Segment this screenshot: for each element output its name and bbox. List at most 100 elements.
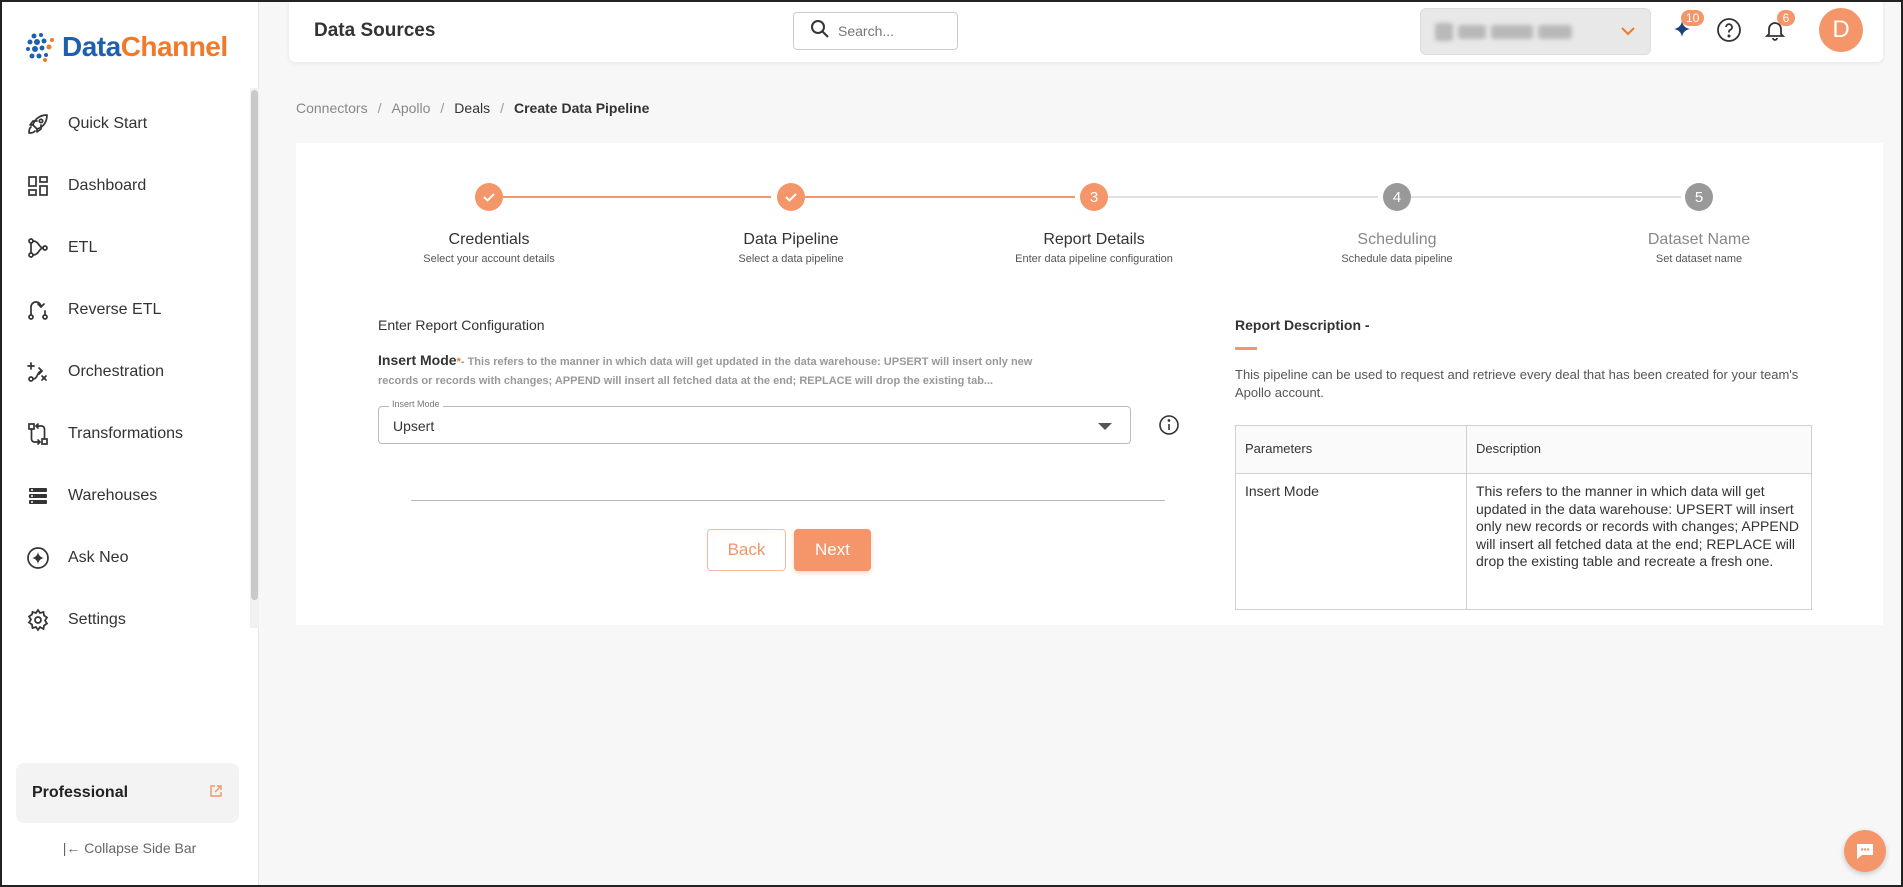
etl-icon (24, 234, 52, 262)
sidebar-item-label: Quick Start (68, 115, 148, 132)
breadcrumb-separator: / (500, 100, 504, 116)
sidebar-nav: Quick Start Dashboard ETL Reverse ETL Or… (0, 93, 250, 651)
step-title: Credentials (448, 231, 530, 248)
next-button[interactable]: Next (794, 529, 871, 571)
step-connector (805, 196, 1075, 198)
report-description-text: This pipeline can be used to request and… (1235, 367, 1799, 400)
chat-bubble-icon (1857, 844, 1873, 859)
insert-mode-float-label: Insert Mode (389, 399, 443, 409)
insert-mode-title: Insert Mode (378, 352, 457, 368)
breadcrumb-item-apollo[interactable]: Apollo (391, 100, 430, 116)
step-1-check (475, 183, 503, 211)
breadcrumb-separator: / (440, 100, 445, 116)
insert-mode-label: Insert Mode*- This refers to the manner … (378, 351, 1068, 391)
dashboard-icon (24, 172, 52, 200)
step-2-check (777, 183, 805, 211)
step-4-number: 4 (1383, 183, 1411, 211)
sidebar-item-label: Ask Neo (68, 549, 129, 566)
step-connector (1108, 196, 1378, 198)
parameter-description-cell: This refers to the manner in which data … (1466, 473, 1812, 610)
breadcrumb-separator: / (377, 100, 382, 116)
step-title: Report Details (1043, 231, 1145, 248)
logo-text-channel: Channel (120, 31, 228, 62)
form-divider (411, 500, 1165, 501)
step-title: Dataset Name (1647, 231, 1751, 248)
search-box[interactable] (793, 12, 958, 50)
info-icon[interactable] (1158, 414, 1180, 436)
report-description-heading: Report Description - (1235, 317, 1370, 333)
collapse-sidebar-label: Collapse Side Bar (84, 840, 197, 856)
plan-name: Professional (32, 784, 129, 801)
logo-text-data: Data (62, 31, 121, 62)
user-avatar[interactable]: D (1819, 8, 1863, 52)
insert-mode-select[interactable]: Insert Mode Upsert (378, 399, 1131, 444)
step-subtitle: Select your account details (423, 253, 555, 265)
plan-card[interactable]: Professional (16, 763, 239, 823)
sidebar-item-orchestration[interactable]: Orchestration (0, 341, 250, 403)
sidebar: DataChannel Quick Start Dashboard ETL Re… (0, 0, 259, 887)
sidebar-item-label: ETL (68, 239, 98, 256)
orchestration-icon (24, 358, 52, 386)
check-icon (785, 193, 797, 202)
back-button[interactable]: Back (707, 529, 786, 571)
step-connector (503, 196, 771, 198)
parameter-name-cell: Insert Mode (1235, 473, 1467, 610)
step-title: Data Pipeline (743, 231, 839, 248)
sidebar-item-reverse-etl[interactable]: Reverse ETL (0, 279, 250, 341)
external-link-icon[interactable] (209, 784, 223, 803)
gear-icon (24, 606, 52, 634)
warehouses-icon (24, 482, 52, 510)
insert-mode-help-text: - This refers to the manner in which dat… (378, 356, 1033, 387)
sidebar-item-label: Settings (68, 611, 126, 628)
step-3-number: 3 (1080, 183, 1108, 211)
sidebar-item-quick-start[interactable]: Quick Start (0, 93, 250, 155)
sidebar-item-ask-neo[interactable]: Ask Neo (0, 527, 250, 589)
step-subtitle: Enter data pipeline configuration (1015, 253, 1173, 265)
breadcrumb-item-deals[interactable]: Deals (454, 100, 490, 116)
step-subtitle: Set dataset name (1655, 253, 1743, 265)
report-config-heading: Enter Report Configuration (378, 317, 545, 333)
sidebar-item-label: Orchestration (68, 363, 165, 380)
sidebar-item-label: Warehouses (68, 487, 158, 504)
ask-neo-header-button[interactable]: 10 (1667, 10, 1705, 45)
help-button[interactable] (1714, 15, 1744, 45)
collapse-sidebar-button[interactable]: |← Collapse Side Bar (0, 840, 259, 856)
step-subtitle: Select a data pipeline (738, 253, 844, 265)
step-subtitle: Schedule data pipeline (1341, 253, 1453, 265)
workspace-selector[interactable] (1420, 8, 1651, 55)
search-icon (810, 19, 830, 44)
step-5-number: 5 (1685, 183, 1713, 211)
sidebar-item-label: Transformations (68, 425, 183, 442)
sidebar-item-dashboard[interactable]: Dashboard (0, 155, 250, 217)
column-header-description: Description (1466, 425, 1812, 474)
step-connector (1411, 196, 1681, 198)
parameters-table: Parameters Description Insert Mode This … (1235, 425, 1812, 610)
sidebar-item-label: Dashboard (68, 177, 147, 194)
search-input[interactable] (838, 23, 948, 39)
collapse-arrow-icon: |← (62, 840, 81, 856)
sidebar-item-transformations[interactable]: Transformations (0, 403, 250, 465)
notifications-count-badge: 6 (1777, 10, 1795, 26)
sidebar-item-warehouses[interactable]: Warehouses (0, 465, 250, 527)
neo-count-badge: 10 (1681, 10, 1705, 26)
caret-down-icon (1098, 423, 1112, 430)
insert-mode-selected-value: Upsert (393, 418, 435, 434)
sidebar-scrollbar-thumb[interactable] (251, 90, 258, 600)
breadcrumb-item-current: Create Data Pipeline (513, 100, 650, 116)
workspace-name-blurred (1435, 22, 1572, 41)
breadcrumb: Connectors / Apollo / Deals / Create Dat… (296, 100, 649, 116)
heading-accent-bar (1235, 347, 1257, 350)
breadcrumb-item-connectors[interactable]: Connectors (296, 100, 368, 116)
table-header-row: Parameters Description (1235, 425, 1812, 474)
column-header-parameters: Parameters (1235, 425, 1467, 474)
sidebar-item-settings[interactable]: Settings (0, 589, 250, 651)
datachannel-logo[interactable]: DataChannel (24, 30, 228, 64)
notifications-button[interactable]: 6 (1760, 10, 1795, 45)
sidebar-item-label: Reverse ETL (68, 301, 162, 318)
check-icon (483, 193, 495, 202)
chat-widget-button[interactable] (1844, 830, 1886, 872)
transformations-icon (24, 420, 52, 448)
sidebar-item-etl[interactable]: ETL (0, 217, 250, 279)
step-title: Scheduling (1357, 231, 1437, 248)
help-icon (1717, 18, 1741, 42)
